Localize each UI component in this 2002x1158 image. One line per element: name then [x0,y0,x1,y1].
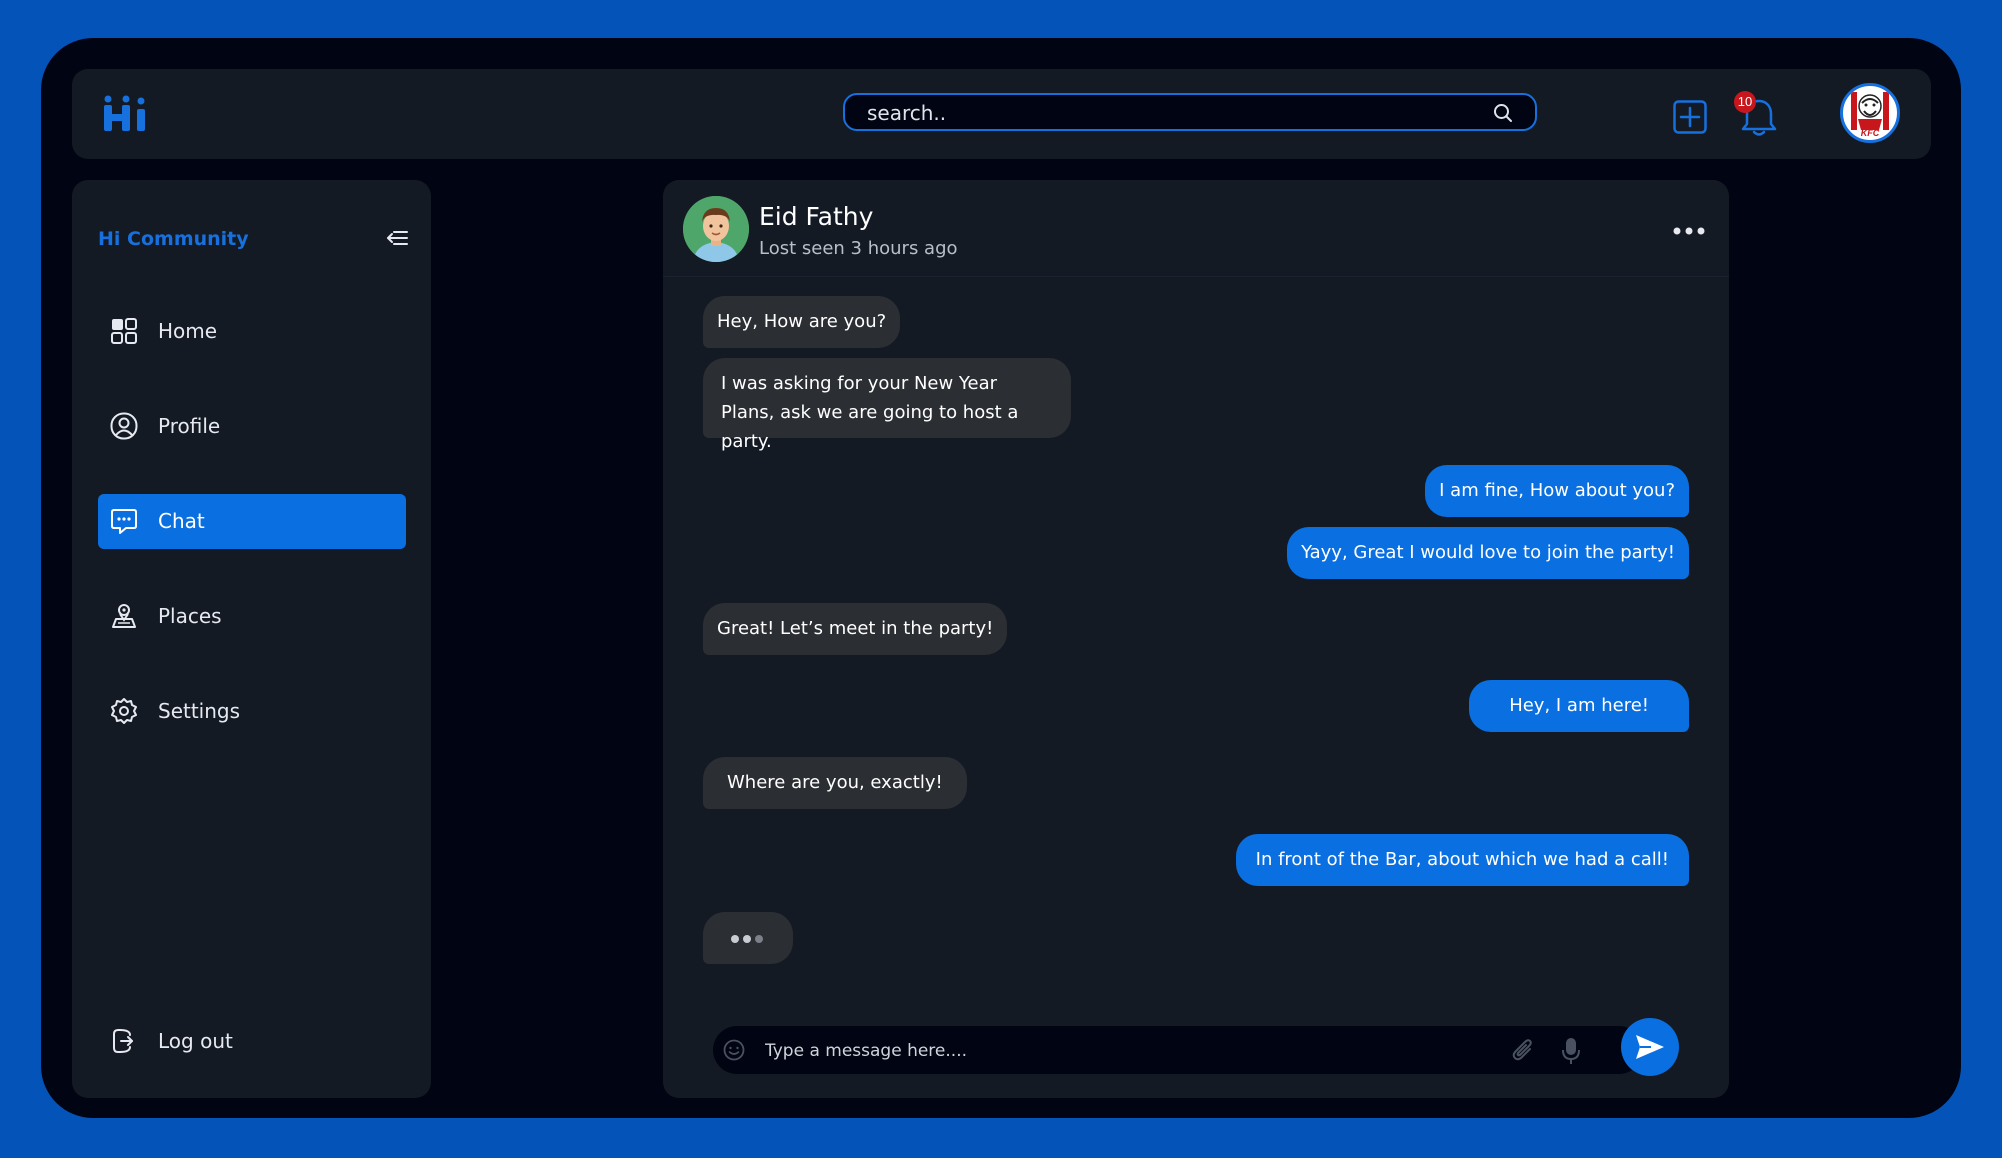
collapse-sidebar-icon[interactable] [386,229,408,247]
account-avatar-label: KFC [1861,128,1880,138]
typing-dot [731,935,739,943]
app-window: 10 KFC Hi Community [41,38,1961,1118]
sidebar-item-home[interactable]: Home [98,304,406,359]
user-icon [110,412,138,440]
search-box[interactable] [843,93,1537,131]
incoming-message: I was asking for your New Year Plans, as… [703,358,1071,452]
plus-icon [1673,100,1707,134]
chat-header: Eid Fathy Lost seen 3 hours ago [663,180,1729,277]
contact-last-seen: Lost seen 3 hours ago [759,238,958,259]
kfc-logo-icon: KFC [1851,92,1889,138]
outgoing-message: I am fine, How about you? [1425,465,1689,517]
outgoing-message: In front of the Bar, about which we had … [1235,834,1689,886]
outgoing-message: Hey, I am here! [1469,680,1689,732]
attach-file-icon[interactable] [1511,1038,1535,1064]
message-composer [713,1026,1643,1076]
incoming-message: Where are you, exactly! [703,757,967,809]
send-icon [1636,1035,1664,1059]
logout-label: Log out [158,1029,233,1053]
sidebar-item-label: Home [158,319,218,343]
logout-icon [110,1027,138,1055]
sidebar-item-settings[interactable]: Settings [98,684,406,739]
sidebar-item-label: Chat [158,509,205,533]
account-avatar[interactable]: KFC [1840,83,1900,143]
typing-dot [755,935,763,943]
chat-icon [110,507,138,535]
sidebar: Hi Community Home Profile Chat Places Se… [72,180,431,1098]
sidebar-title: Hi Community [98,228,249,250]
gear-icon [110,697,138,725]
places-icon [110,602,138,630]
sidebar-item-chat[interactable]: Chat [98,494,406,549]
sidebar-item-profile[interactable]: Profile [98,399,406,454]
contact-avatar[interactable] [683,196,749,262]
typing-indicator [703,912,793,964]
sidebar-item-places[interactable]: Places [98,589,406,644]
emoji-icon[interactable] [723,1039,745,1061]
contact-name: Eid Fathy [759,202,874,231]
add-post-button[interactable] [1673,100,1707,134]
sidebar-item-label: Settings [158,699,241,723]
notification-count-badge: 10 [1734,91,1756,113]
sidebar-item-label: Places [158,604,222,628]
incoming-message: Great! Let’s meet in the party! [703,603,1008,655]
message-input[interactable] [763,1026,1467,1076]
logout-button[interactable]: Log out [98,1014,406,1069]
more-options-icon[interactable] [1671,224,1707,236]
hi-logo[interactable] [102,95,148,133]
sidebar-item-label: Profile [158,414,221,438]
search-input[interactable] [865,95,1469,131]
grid-icon [110,317,138,345]
incoming-message: Hey, How are you? [703,296,901,348]
search-icon[interactable] [1493,103,1513,123]
send-button[interactable] [1621,1018,1679,1076]
typing-dot [743,935,751,943]
outgoing-message: Yayy, Great I would love to join the par… [1287,527,1689,579]
top-bar: 10 KFC [72,69,1931,159]
microphone-icon[interactable] [1561,1037,1581,1065]
chat-panel: Eid Fathy Lost seen 3 hours ago Hey, How… [663,180,1729,1098]
notifications-button[interactable]: 10 [1734,91,1778,137]
